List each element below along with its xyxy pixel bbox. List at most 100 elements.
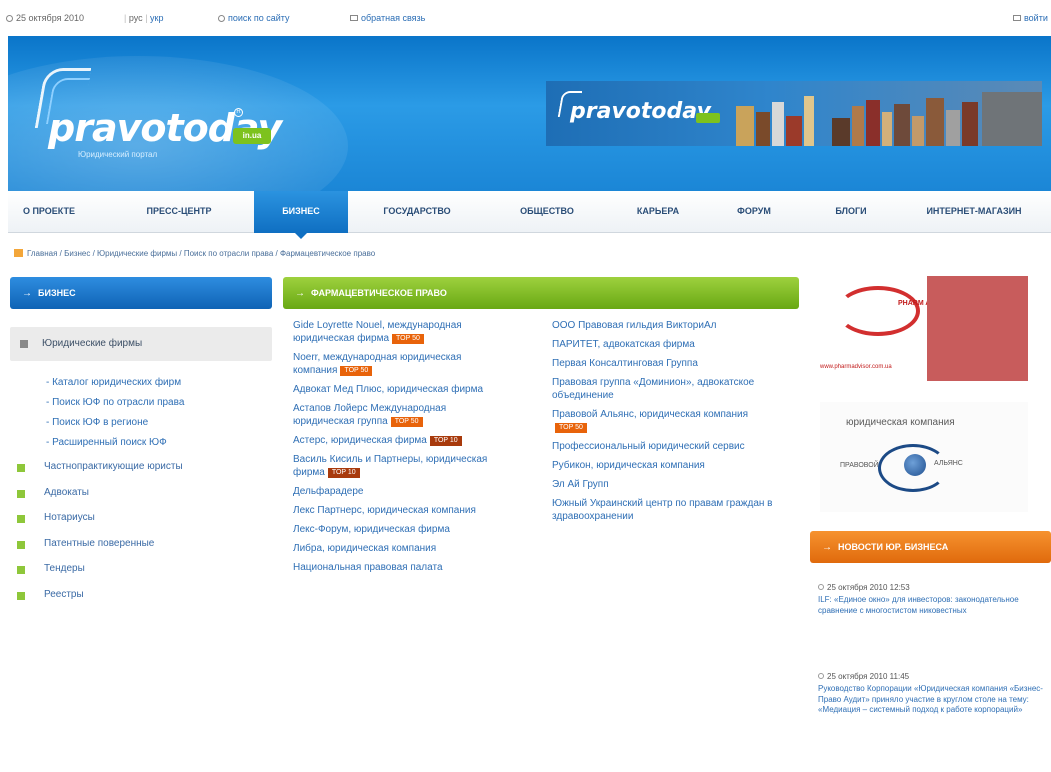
firm-list-column-1: Gide Loyrette Nouel, международная юриди… (293, 319, 505, 580)
clock-icon (818, 584, 824, 590)
book-shape (772, 102, 784, 146)
firm-link[interactable]: Noerr, международная юридическая компани… (293, 351, 505, 377)
nav-item-business[interactable]: БИЗНЕС (254, 191, 348, 239)
firm-link[interactable]: Эл Ай Групп (552, 478, 780, 491)
book-shape (912, 116, 924, 146)
submenu-search-by-law-link[interactable]: - Поиск ЮФ по отрасли права (46, 393, 184, 413)
book-shape (894, 104, 910, 146)
divider: | (145, 13, 148, 23)
firm-link[interactable]: Профессиональный юридический сервис (552, 440, 780, 453)
news-item[interactable]: 25 октября 2010 11:45 Руководство Корпор… (818, 672, 1050, 716)
nav-item-state[interactable]: ГОСУДАРСТВО (364, 191, 470, 233)
main-navigation: О ПРОЕКТЕ ПРЕСС-ЦЕНТР БИЗНЕС ГОСУДАРСТВО… (8, 191, 1051, 239)
firm-link[interactable]: Дельфарадере (293, 485, 505, 498)
firm-link[interactable]: Адвокат Мед Плюс, юридическая фирма (293, 383, 505, 396)
top-rank-badge: TOP 50 (340, 366, 373, 376)
nav-item-shop[interactable]: ИНТЕРНЕТ-МАГАЗИН (904, 191, 1044, 233)
site-logo[interactable]: pravotoday R in.ua Юридический портал (34, 62, 316, 182)
current-date: 25 октября 2010 (6, 13, 84, 23)
registered-mark: R (234, 108, 243, 117)
firm-link[interactable]: Лекс-Форум, юридическая фирма (293, 523, 505, 536)
firm-link[interactable]: Национальная правовая палата (293, 561, 505, 574)
main-section-header: → ФАРМАЦЕВТИЧЕСКОЕ ПРАВО (283, 277, 799, 309)
submenu-advanced-search-link[interactable]: - Расширенный поиск ЮФ (46, 433, 184, 453)
top-utility-bar: 25 октября 2010 | рус | укр поиск по сай… (0, 0, 1051, 36)
firm-link[interactable]: Либра, юридическая компания (293, 542, 505, 555)
breadcrumb[interactable]: Главная / Бизнес / Юридические фирмы / П… (14, 249, 375, 258)
gavel-shape (982, 92, 1042, 146)
news-headline: ILF: «Единое окно» для инвесторов: закон… (818, 595, 1019, 615)
lang-ru-link[interactable]: рус (129, 13, 143, 23)
bullet-icon (17, 489, 25, 498)
login-icon (1013, 15, 1021, 21)
news-headline: Руководство Корпорации «Юридическая комп… (818, 684, 1043, 714)
news-date: 25 октября 2010 12:53 (818, 583, 1050, 592)
bullet-icon (17, 591, 25, 600)
left-section-header: → БИЗНЕС (10, 277, 272, 309)
banner-logo-badge (696, 113, 720, 123)
firm-link[interactable]: Рубикон, юридическая компания (552, 459, 780, 472)
news-item[interactable]: 25 октября 2010 12:53 ILF: «Единое окно»… (818, 583, 1050, 616)
search-icon (218, 15, 225, 22)
firm-link[interactable]: Gide Loyrette Nouel, международная юриди… (293, 319, 505, 345)
clock-icon (818, 673, 824, 679)
logo-domain-badge: in.ua (233, 128, 271, 144)
header-banner[interactable]: pravotoday (546, 81, 1042, 146)
firm-list-column-2: ООО Правовая гильдия ВикториАл ПАРИТЕТ, … (552, 319, 780, 529)
book-shape (736, 106, 754, 146)
book-shape (946, 110, 960, 146)
nav-item-blogs[interactable]: БЛОГИ (818, 191, 884, 233)
bullet-icon (17, 515, 25, 524)
nav-item-about[interactable]: О ПРОЕКТЕ (8, 191, 90, 233)
firm-link[interactable]: ПАРИТЕТ, адвокатская фирма (552, 338, 780, 351)
book-shape (962, 102, 978, 146)
nav-item-press-center[interactable]: ПРЕСС-ЦЕНТР (126, 191, 232, 233)
book-shape (882, 112, 892, 146)
firm-link[interactable]: Первая Консалтинговая Группа (552, 357, 780, 370)
login-link[interactable]: войти (1013, 13, 1048, 23)
ad-word-right: АЛЬЯНС (934, 460, 963, 467)
book-shape (866, 100, 880, 146)
top-rank-badge: TOP 50 (555, 423, 587, 433)
firm-link[interactable]: Южный Украинский центр по правам граждан… (552, 497, 780, 523)
news-date: 25 октября 2010 11:45 (818, 672, 1050, 681)
firm-link[interactable]: Правовая группа «Доминион», адвокатское … (552, 376, 780, 402)
submenu-catalog-link[interactable]: - Каталог юридических фирм (46, 373, 184, 393)
calendar-icon (6, 15, 13, 22)
site-search-link[interactable]: поиск по сайту (218, 13, 289, 23)
globe-icon (904, 454, 926, 476)
bullet-icon (17, 540, 25, 549)
banner-logo-text: pravotoday (570, 99, 711, 124)
firm-link[interactable]: ООО Правовая гильдия ВикториАл (552, 319, 780, 332)
firm-link[interactable]: Лекс Партнерс, юридическая компания (293, 504, 505, 517)
top-rank-badge: TOP 50 (392, 334, 424, 344)
feedback-link[interactable]: обратная связь (350, 13, 425, 23)
language-switcher: | рус | укр (124, 13, 164, 23)
logo-subtitle: Юридический портал (78, 150, 158, 159)
nav-item-forum[interactable]: ФОРУМ (722, 191, 786, 233)
firm-link[interactable]: Василь Кисиль и Партнеры, юридическая фи… (293, 453, 505, 479)
ad-title: юридическая компания (846, 417, 955, 428)
nav-item-society[interactable]: ОБЩЕСТВО (504, 191, 590, 233)
ad-word-left: ПРАВОВОЙ (840, 462, 879, 469)
left-menu-active-item[interactable]: Юридические фирмы (10, 327, 272, 361)
arrow-right-icon: → (295, 288, 305, 299)
firm-link[interactable]: Правовой Альянс, юридическая компанияTOP… (552, 408, 780, 434)
book-shape (756, 112, 770, 146)
firm-link[interactable]: Астерс, юридическая фирма TOP 10 (293, 434, 505, 447)
legal-alliance-ad[interactable]: юридическая компания ПРАВОВОЙ АЛЬЯНС (820, 402, 1028, 512)
left-menu-active-label: Юридические фирмы (42, 338, 143, 349)
pharm-advisor-ad[interactable]: PHARM ADVISOR www.pharmadvisor.com.ua (818, 276, 1028, 381)
firm-link[interactable]: Астапов Лойерс Международная юридическая… (293, 402, 505, 428)
pharm-advisor-url: www.pharmadvisor.com.ua (820, 364, 892, 370)
top-rank-badge: TOP 10 (327, 468, 360, 478)
bullet-icon (17, 566, 25, 575)
lang-ua-link[interactable]: укр (150, 13, 163, 23)
submenu-search-by-region-link[interactable]: - Поиск ЮФ в регионе (46, 413, 184, 433)
site-header: pravotoday R in.ua Юридический портал pr… (8, 36, 1051, 191)
book-shape (786, 116, 802, 146)
pharm-advisor-logo-icon (836, 286, 920, 336)
bullet-icon (17, 464, 25, 472)
nav-item-career[interactable]: КАРЬЕРА (616, 191, 700, 233)
book-shape (804, 96, 814, 146)
